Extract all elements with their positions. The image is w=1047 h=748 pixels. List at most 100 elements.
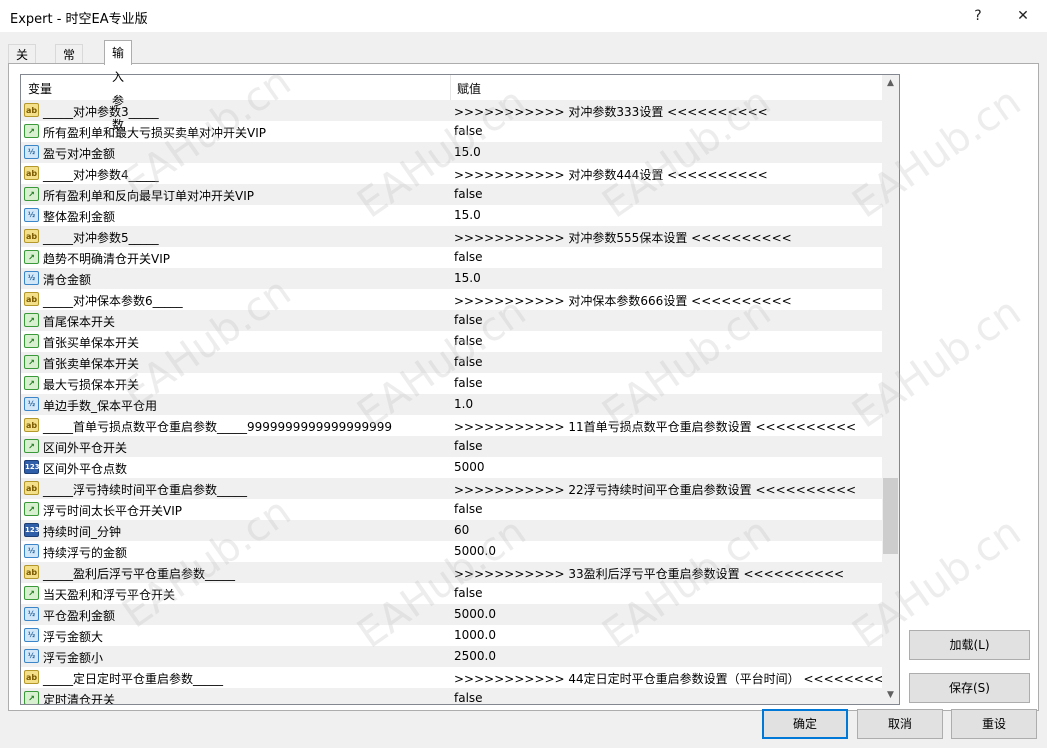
parameter-value[interactable]: 15.0 xyxy=(454,145,481,159)
table-row[interactable]: ↗ 最大亏损保本开关 false xyxy=(21,373,882,394)
title-bar: Expert - 时空EA专业版 ? ✕ xyxy=(0,0,1047,32)
text-icon: ab xyxy=(24,229,39,243)
parameter-name: 最大亏损保本开关 xyxy=(43,378,140,392)
column-header-value[interactable]: 赋值 xyxy=(457,80,481,97)
parameter-value[interactable]: 5000.0 xyxy=(454,607,496,621)
parameter-name: 首尾保本开关 xyxy=(43,315,116,329)
scrollbar-thumb[interactable] xyxy=(883,478,898,554)
text-icon: ab xyxy=(24,565,39,579)
parameter-value[interactable]: 15.0 xyxy=(454,271,481,285)
parameter-rows: ab _____对冲参数3_____ >>>>>>>>>>> 对冲参数333设置 <… xyxy=(21,100,899,704)
parameter-value[interactable]: false xyxy=(454,187,483,201)
parameter-value[interactable]: false xyxy=(454,502,483,516)
bool-icon: ↗ xyxy=(24,334,39,348)
table-row[interactable]: ↗ 首尾保本开关 false xyxy=(21,310,882,331)
table-row[interactable]: ab _____对冲保本参数6_____ >>>>>>>>>>> 对冲保本参数666… xyxy=(21,289,882,310)
table-row[interactable]: ½ 单边手数_保本平仓用 1.0 xyxy=(21,394,882,415)
parameter-value[interactable]: >>>>>>>>>>> 对冲参数444设置 <<<<<<<<<< xyxy=(454,166,768,183)
table-row[interactable]: ½ 浮亏金额大 1000.0 xyxy=(21,625,882,646)
table-row[interactable]: ½ 持续浮亏的金额 5000.0 xyxy=(21,541,882,562)
table-row[interactable]: ab _____对冲参数4_____ >>>>>>>>>>> 对冲参数444设置 <… xyxy=(21,163,882,184)
table-row[interactable]: ½ 平仓盈利金额 5000.0 xyxy=(21,604,882,625)
parameter-value[interactable]: 5000.0 xyxy=(454,544,496,558)
parameter-value[interactable]: 2500.0 xyxy=(454,649,496,663)
table-row[interactable]: ↗ 区间外平仓开关 false xyxy=(21,436,882,457)
table-row[interactable]: ↗ 浮亏时间太长平仓开关VIP false xyxy=(21,499,882,520)
bool-icon: ↗ xyxy=(24,124,39,138)
parameter-name: 持续浮亏的金额 xyxy=(43,546,128,560)
column-header-variable[interactable]: 变量 xyxy=(28,80,52,97)
double-icon: ½ xyxy=(24,145,39,159)
double-icon: ½ xyxy=(24,208,39,222)
load-button[interactable]: 加载(L) xyxy=(909,630,1030,660)
table-row[interactable]: ↗ 定时清仓开关 false xyxy=(21,688,882,704)
table-row[interactable]: ↗ 所有盈利单和最大亏损买卖单对冲开关VIP false xyxy=(21,121,882,142)
table-row[interactable]: ab _____浮亏持续时间平仓重启参数_____ >>>>>>>>>>> 22浮亏… xyxy=(21,478,882,499)
table-row[interactable]: ab _____定日定时平仓重启参数_____ >>>>>>>>>>> 44定日定时… xyxy=(21,667,899,688)
table-row[interactable]: 123 区间外平仓点数 5000 xyxy=(21,457,882,478)
text-icon: ab xyxy=(24,103,39,117)
parameter-name: _____首单亏损点数平仓重启参数_____999999999999999999… xyxy=(43,420,393,434)
parameter-value[interactable]: false xyxy=(454,586,483,600)
parameter-value[interactable]: >>>>>>>>>>> 对冲参数333设置 <<<<<<<<<< xyxy=(454,103,768,120)
table-row[interactable]: ↗ 所有盈利单和反向最早订单对冲开关VIP false xyxy=(21,184,882,205)
help-button[interactable]: ? xyxy=(955,0,1001,32)
parameter-name: _____对冲参数5_____ xyxy=(43,231,159,245)
table-row[interactable]: ab _____对冲参数3_____ >>>>>>>>>>> 对冲参数333设置 <… xyxy=(21,100,882,121)
save-button[interactable]: 保存(S) xyxy=(909,673,1030,703)
parameter-value[interactable]: 5000 xyxy=(454,460,485,474)
scroll-up-icon[interactable]: ▲ xyxy=(882,75,899,92)
tab-about[interactable]: 关于 xyxy=(8,44,37,82)
bool-icon: ↗ xyxy=(24,376,39,390)
bool-icon: ↗ xyxy=(24,355,39,369)
vertical-scrollbar[interactable]: ▲ ▼ xyxy=(882,75,899,704)
tab-inputs[interactable]: 输入参数 xyxy=(104,40,133,132)
reset-button[interactable]: 重设 xyxy=(951,709,1037,739)
parameter-name: 整体盈利金额 xyxy=(43,210,116,224)
parameter-value[interactable]: false xyxy=(454,313,483,327)
parameter-name: _____盈利后浮亏平仓重启参数_____ xyxy=(43,567,236,581)
parameter-value[interactable]: >>>>>>>>>>> 11首单亏损点数平仓重启参数设置 <<<<<<<<<< xyxy=(454,418,856,435)
table-row[interactable]: ½ 整体盈利金额 15.0 xyxy=(21,205,882,226)
table-row[interactable]: 123 持续时间_分钟 60 xyxy=(21,520,882,541)
parameter-value[interactable]: >>>>>>>>>>> 对冲保本参数666设置 <<<<<<<<<< xyxy=(454,292,792,309)
table-row[interactable]: ½ 清仓金额 15.0 xyxy=(21,268,882,289)
close-button[interactable]: ✕ xyxy=(1000,0,1046,32)
table-row[interactable]: ↗ 当天盈利和浮亏平仓开关 false xyxy=(21,583,882,604)
parameter-value[interactable]: false xyxy=(454,691,483,704)
parameter-value[interactable]: 1.0 xyxy=(454,397,473,411)
parameter-name: 所有盈利单和反向最早订单对冲开关VIP xyxy=(43,189,254,203)
bool-icon: ↗ xyxy=(24,586,39,600)
parameter-value[interactable]: 1000.0 xyxy=(454,628,496,642)
parameter-value[interactable]: false xyxy=(454,250,483,264)
table-row[interactable]: ½ 浮亏金额小 2500.0 xyxy=(21,646,882,667)
column-separator[interactable] xyxy=(450,75,451,100)
parameter-value[interactable]: >>>>>>>>>>> 33盈利后浮亏平仓重启参数设置 <<<<<<<<<< xyxy=(454,565,844,582)
table-row[interactable]: ↗ 首张卖单保本开关 false xyxy=(21,352,882,373)
parameter-value[interactable]: false xyxy=(454,355,483,369)
parameter-value[interactable]: false xyxy=(454,376,483,390)
parameter-value[interactable]: false xyxy=(454,334,483,348)
tab-common[interactable]: 常用 xyxy=(55,44,84,82)
parameter-value[interactable]: false xyxy=(454,439,483,453)
cancel-button[interactable]: 取消 xyxy=(857,709,943,739)
parameter-value[interactable]: >>>>>>>>>>> 44定日定时平仓重启参数设置（平台时间） <<<<<<<… xyxy=(454,670,899,687)
scroll-down-icon[interactable]: ▼ xyxy=(882,687,899,704)
table-row[interactable]: ↗ 趋势不明确清仓开关VIP false xyxy=(21,247,882,268)
table-row[interactable]: ab _____首单亏损点数平仓重启参数_____9999999999999999… xyxy=(21,415,882,436)
text-icon: ab xyxy=(24,481,39,495)
parameter-name: 浮亏金额大 xyxy=(43,630,104,644)
parameter-name: _____浮亏持续时间平仓重启参数_____ xyxy=(43,483,248,497)
parameter-value[interactable]: 15.0 xyxy=(454,208,481,222)
table-row[interactable]: ½ 盈亏对冲金额 15.0 xyxy=(21,142,882,163)
parameter-value[interactable]: >>>>>>>>>>> 22浮亏持续时间平仓重启参数设置 <<<<<<<<<< xyxy=(454,481,856,498)
table-row[interactable]: ↗ 首张买单保本开关 false xyxy=(21,331,882,352)
table-row[interactable]: ab _____盈利后浮亏平仓重启参数_____ >>>>>>>>>>> 33盈利后… xyxy=(21,562,882,583)
parameter-name: 当天盈利和浮亏平仓开关 xyxy=(43,588,176,602)
parameter-value[interactable]: false xyxy=(454,124,483,138)
ok-button[interactable]: 确定 xyxy=(762,709,848,739)
window-title: Expert - 时空EA专业版 xyxy=(10,12,148,27)
table-row[interactable]: ab _____对冲参数5_____ >>>>>>>>>>> 对冲参数555保本设置… xyxy=(21,226,882,247)
parameter-value[interactable]: >>>>>>>>>>> 对冲参数555保本设置 <<<<<<<<<< xyxy=(454,229,792,246)
parameter-value[interactable]: 60 xyxy=(454,523,469,537)
